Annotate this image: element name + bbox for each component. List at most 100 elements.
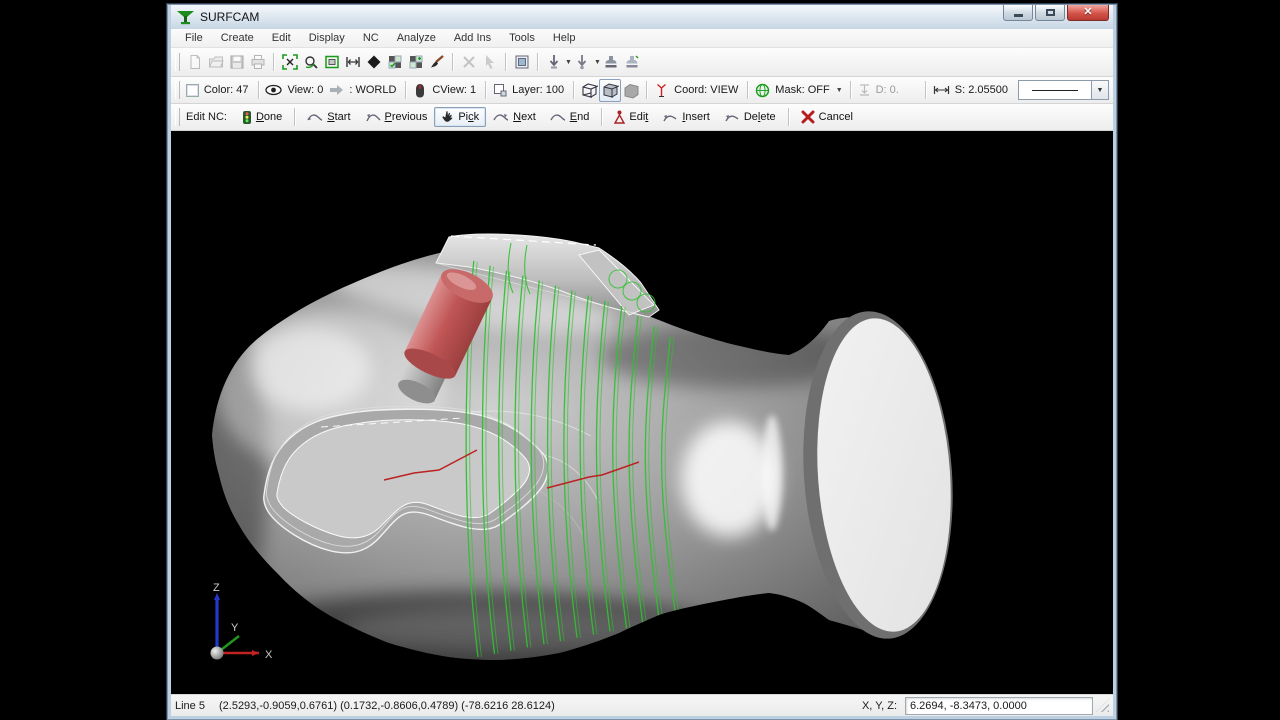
edit-nc-label: Edit NC: — [184, 111, 229, 123]
surfcam-logo-icon — [177, 10, 194, 25]
toolbar-separator — [485, 81, 486, 99]
toolbar-separator — [258, 81, 259, 99]
pick-button[interactable]: Pick — [434, 107, 486, 127]
flat-mode-icon[interactable] — [621, 80, 641, 101]
pan-fit-icon[interactable] — [342, 52, 363, 73]
toolbar-grip[interactable] — [175, 108, 180, 126]
status-coords: (2.5293,-0.9059,0.6761) (0.1732,-0.8606,… — [219, 700, 555, 712]
toolpath-point-dropdown[interactable]: ▼ — [565, 59, 572, 66]
close-button[interactable]: ✕ — [1067, 5, 1109, 21]
toolbar-separator — [537, 53, 538, 71]
linestyle-preview[interactable] — [1018, 80, 1092, 100]
menu-analyze[interactable]: Analyze — [389, 31, 444, 45]
menu-tools[interactable]: Tools — [501, 31, 543, 45]
properties-icon[interactable] — [511, 52, 532, 73]
start-button[interactable]: Start — [300, 108, 357, 126]
shaded-mode-icon[interactable] — [599, 79, 621, 102]
color-control[interactable]: Color: 47 — [184, 84, 253, 97]
transform-icon[interactable] — [479, 52, 500, 73]
verify-restore-icon[interactable] — [405, 52, 426, 73]
curve-end-icon — [550, 112, 566, 123]
color-swatch-icon — [186, 84, 199, 97]
layer-control[interactable]: Layer: 100 — [491, 83, 568, 97]
scale-label: S: 2.05500 — [953, 84, 1010, 96]
new-file-icon[interactable] — [184, 52, 205, 73]
insert-button[interactable]: Insert — [655, 108, 717, 126]
toolpath-point-icon[interactable] — [543, 52, 564, 73]
linestyle-dropdown[interactable]: ▼ — [1092, 80, 1109, 100]
cancel-button[interactable]: Cancel — [794, 107, 860, 127]
world-control[interactable]: : WORLD — [327, 84, 400, 96]
stamp-icon[interactable] — [601, 52, 622, 73]
resize-grip[interactable] — [1096, 699, 1109, 712]
axis-triad: Z Y X — [211, 582, 274, 661]
toolbar-grip[interactable] — [175, 81, 180, 99]
viewport-window-icon[interactable] — [321, 52, 342, 73]
menu-display[interactable]: Display — [301, 31, 353, 45]
minimize-button[interactable] — [1003, 5, 1033, 21]
toolbar-separator — [573, 81, 574, 99]
linestyle-control[interactable]: ▼ — [1016, 80, 1111, 100]
maximize-button[interactable] — [1035, 5, 1065, 21]
cview-control[interactable]: CView: 1 — [411, 83, 480, 98]
print-icon[interactable] — [247, 52, 268, 73]
toolpath-point-alt-dropdown[interactable]: ▼ — [594, 59, 601, 66]
end-button[interactable]: End — [543, 108, 597, 126]
model-canvas: Z Y X — [171, 131, 1115, 694]
mask-dropdown[interactable]: ▼ — [836, 87, 843, 94]
menu-addins[interactable]: Add Ins — [446, 31, 499, 45]
view-control[interactable]: View: 0 — [263, 84, 327, 96]
menu-nc[interactable]: NC — [355, 31, 387, 45]
minimize-icon — [1014, 14, 1023, 17]
view-toolbar: Color: 47 View: 0 : WORLD CView: 1 Layer… — [171, 77, 1113, 104]
menu-create[interactable]: Create — [213, 31, 262, 45]
menu-edit[interactable]: Edit — [264, 31, 299, 45]
toolbar-separator — [452, 53, 453, 71]
open-file-icon[interactable] — [205, 52, 226, 73]
pick-hand-icon — [441, 110, 454, 124]
depth-control[interactable]: D: 0. — [856, 83, 903, 97]
menu-help[interactable]: Help — [545, 31, 584, 45]
main-toolbar: ▼ ▼ — [171, 48, 1113, 77]
save-file-icon[interactable] — [226, 52, 247, 73]
delete-button[interactable]: Delete — [717, 108, 783, 126]
window-title: SURFCAM — [200, 10, 259, 24]
viewport-3d[interactable]: Z Y X — [171, 131, 1113, 694]
surfcam-window: SURFCAM ✕ File Create Edit Display NC An… — [167, 4, 1117, 720]
depth-label: D: 0. — [874, 84, 901, 96]
next-button[interactable]: Next — [486, 108, 543, 126]
toolbar-separator — [505, 53, 506, 71]
wireframe-mode-icon[interactable] — [579, 80, 599, 101]
xyz-label: X, Y, Z: — [862, 700, 897, 712]
toolbar-separator — [601, 108, 602, 126]
done-button[interactable]: Done — [235, 107, 289, 128]
menu-bar: File Create Edit Display NC Analyze Add … — [171, 29, 1113, 48]
mouse-icon — [413, 83, 427, 98]
world-label: : WORLD — [347, 84, 398, 96]
cview-label: CView: 1 — [430, 84, 478, 96]
previous-button[interactable]: Previous — [358, 108, 435, 126]
world-arrow-icon — [329, 84, 344, 96]
toolbar-grip[interactable] — [175, 53, 180, 71]
menu-file[interactable]: File — [177, 31, 211, 45]
title-bar[interactable]: SURFCAM ✕ — [171, 5, 1113, 29]
maximize-icon — [1046, 9, 1055, 16]
mask-control[interactable]: Mask: OFF ▼ — [753, 83, 844, 98]
verify-icon[interactable] — [384, 52, 405, 73]
edit-move-button[interactable]: Edit — [607, 107, 655, 127]
status-bar: Line 5 (2.5293,-0.9059,0.6761) (0.1732,-… — [171, 694, 1113, 716]
cancel-x-icon — [801, 110, 815, 124]
zoom-extents-icon[interactable] — [279, 52, 300, 73]
scale-control[interactable]: S: 2.05500 — [931, 84, 1012, 96]
analyze-brush-icon[interactable] — [426, 52, 447, 73]
coord-control[interactable]: Coord: VIEW — [652, 83, 742, 98]
stamp-alt-icon[interactable] — [622, 52, 643, 73]
toolbar-separator — [294, 108, 295, 126]
layer-label: Layer: 100 — [510, 84, 566, 96]
toolpath-point-alt-icon[interactable] — [572, 52, 593, 73]
shade-icon[interactable] — [363, 52, 384, 73]
curve-start-icon — [307, 112, 323, 123]
zoom-dynamic-icon[interactable] — [300, 52, 321, 73]
mask-label: Mask: OFF — [773, 84, 831, 96]
delete-entity-icon[interactable] — [458, 52, 479, 73]
